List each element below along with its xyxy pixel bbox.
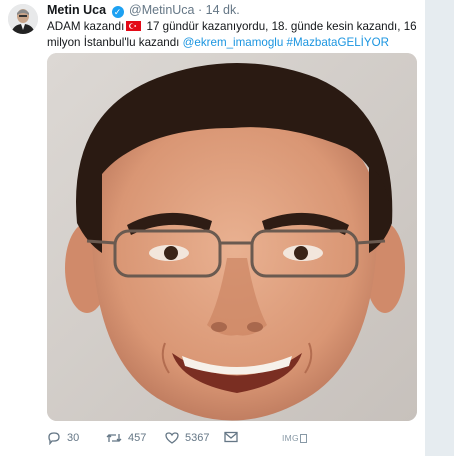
separator-dot: · [198,3,203,17]
tweet-actions: 30 457 5367 IMG [47,431,419,451]
mention-link[interactable]: @ekrem_imamoglu [183,36,284,49]
portrait-image [47,53,417,421]
tweet-timestamp[interactable]: 14 dk. [206,3,240,17]
avatar-image [8,4,38,34]
hashtag-link[interactable]: #MazbataGELİYOR [287,36,389,49]
image-extension-button[interactable]: IMG [282,433,307,443]
like-count: 5367 [185,432,210,444]
reply-count: 30 [67,432,80,444]
page-background-strip [425,0,454,456]
image-label: IMG [282,433,299,443]
reply-button[interactable]: 30 [47,431,79,445]
retweet-icon [106,434,122,442]
tweet-photo[interactable] [47,53,417,421]
tweet-text-part1: ADAM kazandı [47,20,125,33]
like-button[interactable]: 5367 [165,431,209,445]
reply-icon [48,432,60,445]
author-name[interactable]: Metin Uca [47,3,106,17]
avatar[interactable] [8,4,38,34]
heart-icon [165,432,179,444]
tweet-card[interactable]: Metin Uca ✓ @MetinUca · 14 dk. ADAM kaza… [0,0,425,456]
direct-message-button[interactable] [224,431,238,443]
retweet-count: 457 [128,432,147,444]
tweet-header: Metin Uca ✓ @MetinUca · 14 dk. [47,3,240,18]
turkey-flag-icon [126,21,142,31]
tweet-text: ADAM kazandı 17 gündür kazanıyordu, 18. … [47,19,419,51]
page-icon [299,433,307,443]
retweet-button[interactable]: 457 [106,431,146,445]
author-handle[interactable]: @MetinUca [129,3,195,17]
verified-badge-icon: ✓ [111,6,124,18]
envelope-icon [224,431,238,443]
